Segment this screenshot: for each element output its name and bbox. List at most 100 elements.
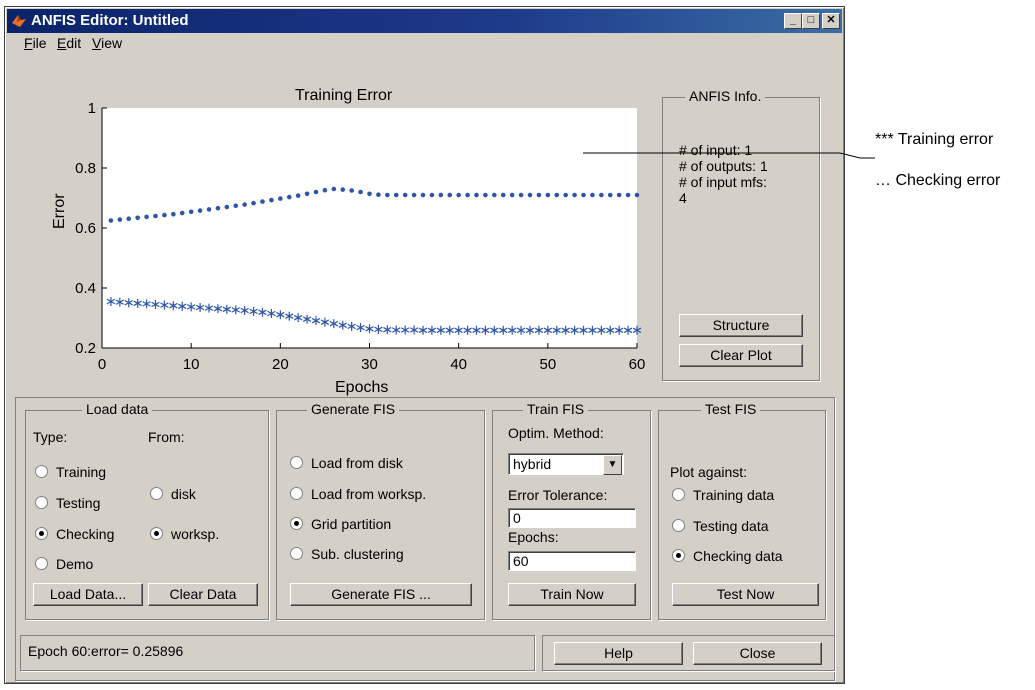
structure-button[interactable]: Structure xyxy=(679,314,803,337)
epochs-field[interactable]: 60 xyxy=(508,551,636,571)
data-point xyxy=(117,217,123,222)
data-point xyxy=(518,192,524,198)
data-point xyxy=(295,193,301,198)
radio-indicator xyxy=(672,519,685,532)
data-point xyxy=(527,192,533,198)
data-point xyxy=(269,197,274,203)
radio-grid-partition[interactable]: Grid partition xyxy=(290,516,391,532)
epochs-label: Epochs: xyxy=(508,529,559,545)
dropdown-arrow-icon[interactable]: ▼ xyxy=(603,455,622,475)
train-now-button[interactable]: Train Now xyxy=(508,583,636,606)
radio-label: Checking data xyxy=(693,548,783,564)
radio-label: Checking xyxy=(56,526,115,542)
radio-label: Training xyxy=(56,464,107,480)
radio-disk[interactable]: disk xyxy=(150,486,196,502)
test-fis-title: Test FIS xyxy=(701,401,761,417)
radio-load-from-disk[interactable]: Load from disk xyxy=(290,455,403,471)
data-point xyxy=(135,215,140,221)
train-fis-title: Train FIS xyxy=(523,401,589,417)
radio-training-data[interactable]: Training data xyxy=(672,487,774,503)
radio-indicator xyxy=(35,496,48,509)
generate-fis-panel: Generate FIS Load from disk Load from wo… xyxy=(276,401,485,620)
y-tick-label: 1 xyxy=(88,100,96,117)
radio-indicator xyxy=(290,456,303,469)
data-point xyxy=(331,186,337,192)
radio-checking-data[interactable]: Checking data xyxy=(672,548,783,564)
data-point xyxy=(545,192,551,198)
data-point xyxy=(402,192,408,198)
data-point xyxy=(251,200,256,206)
x-tick-label: 0 xyxy=(98,356,106,373)
info-line: # of input mfs: xyxy=(679,174,767,190)
data-point xyxy=(349,188,354,193)
data-point xyxy=(438,192,444,198)
data-point xyxy=(162,212,167,218)
clear-data-button[interactable]: Clear Data xyxy=(148,583,258,606)
train-fis-panel: Train FIS Optim. Method: hybrid ▼ Error … xyxy=(492,401,651,620)
radio-indicator xyxy=(150,527,163,540)
plot-against-label: Plot against: xyxy=(670,464,748,480)
radio-worksp[interactable]: worksp. xyxy=(150,526,219,542)
radio-label: Load from disk xyxy=(311,455,403,471)
x-tick-label: 50 xyxy=(539,356,556,373)
radio-checking[interactable]: Checking xyxy=(35,526,114,542)
data-point xyxy=(215,205,221,211)
test-fis-panel: Test FIS Plot against: Training data Tes… xyxy=(658,401,826,620)
info-line: # of input: 1 xyxy=(679,142,753,158)
type-label: Type: xyxy=(33,429,68,445)
data-point xyxy=(179,210,185,216)
data-point xyxy=(411,192,417,198)
x-tick-label: 10 xyxy=(183,356,200,373)
status-text: Epoch 60:error= 0.25896 xyxy=(28,643,184,659)
optim-method-value: hybrid xyxy=(513,456,552,472)
optim-method-select[interactable]: hybrid ▼ xyxy=(508,453,624,475)
data-point xyxy=(456,192,461,198)
data-point xyxy=(599,192,604,198)
radio-sub-clustering[interactable]: Sub. clustering xyxy=(290,546,404,562)
data-point xyxy=(625,192,631,198)
data-point xyxy=(474,192,479,198)
radio-training[interactable]: Training xyxy=(35,464,106,480)
data-point xyxy=(572,192,577,198)
radio-load-from-worksp[interactable]: Load from worksp. xyxy=(290,486,426,502)
error-tolerance-field[interactable]: 0 xyxy=(508,508,636,528)
data-point xyxy=(385,192,390,198)
close-button[interactable]: Close xyxy=(693,642,822,665)
plot-area xyxy=(102,108,637,348)
radio-label: Grid partition xyxy=(311,516,392,532)
radio-label: worksp. xyxy=(171,526,220,542)
data-point xyxy=(465,192,470,198)
data-point xyxy=(233,203,239,209)
data-point xyxy=(322,187,328,193)
training-error-annotation: *** Training error xyxy=(875,131,994,148)
generate-fis-button[interactable]: Generate FIS ... xyxy=(290,583,472,606)
clear-plot-button[interactable]: Clear Plot xyxy=(679,344,803,367)
y-tick-label: 0.2 xyxy=(75,340,96,357)
data-point xyxy=(420,192,426,198)
radio-label: Testing data xyxy=(693,518,769,534)
data-point xyxy=(286,194,292,200)
data-point xyxy=(126,216,132,221)
y-tick-label: 0.4 xyxy=(75,280,96,297)
radio-demo[interactable]: Demo xyxy=(35,556,93,572)
load-data-button[interactable]: Load Data... xyxy=(33,583,143,606)
x-tick-label: 30 xyxy=(361,356,378,373)
y-tick-label: 0.6 xyxy=(75,220,96,237)
help-button[interactable]: Help xyxy=(554,642,683,665)
radio-indicator xyxy=(290,517,303,530)
data-point xyxy=(340,187,346,192)
test-now-button[interactable]: Test Now xyxy=(672,583,819,606)
data-point xyxy=(153,213,158,219)
data-point xyxy=(590,192,595,198)
data-point xyxy=(171,211,176,217)
radio-testing[interactable]: Testing xyxy=(35,495,100,511)
radio-indicator xyxy=(290,487,303,500)
data-point xyxy=(634,192,640,198)
data-point xyxy=(108,218,114,223)
error-tolerance-label: Error Tolerance: xyxy=(508,487,608,503)
anfis-info-title: ANFIS Info. xyxy=(685,88,766,104)
data-point xyxy=(607,192,613,198)
optim-method-label: Optim. Method: xyxy=(508,425,604,441)
data-point xyxy=(509,192,515,198)
radio-testing-data[interactable]: Testing data xyxy=(672,518,769,534)
